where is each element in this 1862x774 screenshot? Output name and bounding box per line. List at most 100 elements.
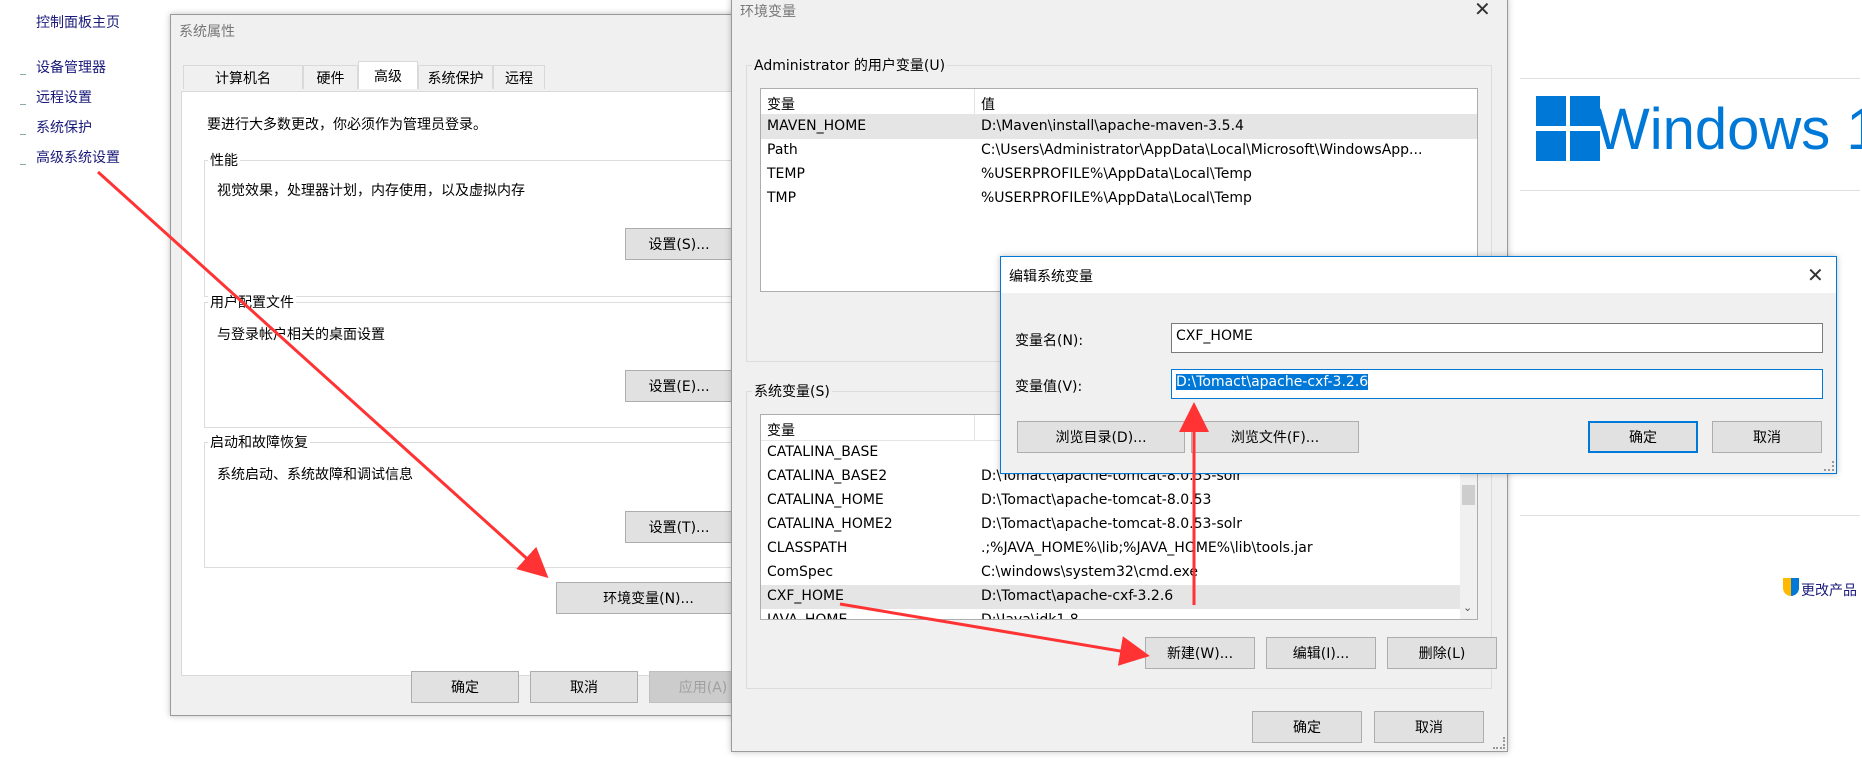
shield-icon xyxy=(20,134,26,135)
list-item[interactable]: Path C:\Users\Administrator\AppData\Loca… xyxy=(761,139,1477,163)
scrollbar-thumb[interactable] xyxy=(1462,485,1475,505)
column-header-variable[interactable]: 变量 xyxy=(767,420,795,440)
variable-name: TEMP xyxy=(767,166,805,182)
new-variable-button[interactable]: 新建(W)... xyxy=(1145,637,1255,669)
variable-name: JAVA_HOME xyxy=(767,612,848,620)
windows-logo-text: Windows 1 xyxy=(1595,97,1862,162)
cancel-button[interactable]: 取消 xyxy=(1374,711,1484,743)
close-icon[interactable]: ✕ xyxy=(1474,0,1491,19)
user-profiles-label: 用户配置文件 xyxy=(208,292,296,312)
startup-recovery-desc: 系统启动、系统故障和调试信息 xyxy=(217,467,413,483)
admin-note: 要进行大多数更改，你必须作为管理员登录。 xyxy=(207,117,487,133)
variable-name: Path xyxy=(767,142,798,158)
divider xyxy=(1520,190,1860,191)
variable-name: MAVEN_HOME xyxy=(767,118,867,134)
close-icon[interactable]: ✕ xyxy=(1807,265,1824,285)
list-item[interactable]: CATALINA_HOME D:\Tomact\apache-tomcat-8.… xyxy=(761,489,1477,513)
variable-value-input[interactable]: D:\Tomact\apache-cxf-3.2.6 xyxy=(1171,369,1823,399)
tab-strip: 计算机名 硬件 高级 系统保护 远程 xyxy=(183,61,751,93)
divider xyxy=(1520,515,1860,516)
user-profiles-settings-button[interactable]: 设置(E)... xyxy=(625,370,733,402)
window-title: 系统属性 xyxy=(179,24,235,40)
variable-name-input[interactable]: CXF_HOME xyxy=(1171,323,1823,353)
control-panel-home-link[interactable]: 控制面板主页 xyxy=(36,12,120,32)
variable-value: D:\Tomact\apache-cxf-3.2.6 xyxy=(981,588,1174,604)
variable-value: D:\Tomact\apache-tomcat-8.0.53-solr xyxy=(981,516,1242,532)
cancel-button[interactable]: 取消 xyxy=(1712,421,1822,453)
change-product-link[interactable]: 更改产品 xyxy=(1801,580,1857,600)
variable-name: TMP xyxy=(767,190,797,206)
browse-directory-button[interactable]: 浏览目录(D)... xyxy=(1017,421,1185,453)
list-item[interactable]: TEMP %USERPROFILE%\AppData\Local\Temp xyxy=(761,163,1477,187)
dialog-titlebar xyxy=(1001,257,1836,293)
remote-settings-link[interactable]: 远程设置 xyxy=(36,87,92,107)
ok-button[interactable]: 确定 xyxy=(1252,711,1362,743)
startup-settings-button[interactable]: 设置(T)... xyxy=(625,511,733,543)
list-item[interactable]: JAVA_HOME D:\Java\jdk1.8 xyxy=(761,609,1477,620)
variable-name: CATALINA_HOME2 xyxy=(767,516,893,532)
delete-variable-button[interactable]: 删除(L) xyxy=(1387,637,1497,669)
shield-icon xyxy=(20,74,26,75)
resize-grip[interactable] xyxy=(1493,737,1505,749)
variable-value: .;%JAVA_HOME%\lib;%JAVA_HOME%\lib\tools.… xyxy=(981,540,1313,556)
column-header-value[interactable]: 值 xyxy=(981,94,995,114)
tab-computer-name[interactable]: 计算机名 xyxy=(183,65,303,89)
variable-value: C:\Users\Administrator\AppData\Local\Mic… xyxy=(981,142,1423,158)
performance-desc: 视觉效果，处理器计划，内存使用，以及虚拟内存 xyxy=(217,183,525,199)
dialog-title: 编辑系统变量 xyxy=(1009,269,1093,285)
shield-icon xyxy=(20,104,26,105)
advanced-settings-link[interactable]: 高级系统设置 xyxy=(36,147,120,167)
edit-system-variable-dialog: 编辑系统变量 ✕ 变量名(N): CXF_HOME 变量值(V): D:\Tom… xyxy=(1000,256,1837,474)
shield-icon xyxy=(1783,578,1799,596)
device-manager-link[interactable]: 设备管理器 xyxy=(36,57,106,77)
variable-name: CXF_HOME xyxy=(767,588,844,604)
selected-text: D:\Tomact\apache-cxf-3.2.6 xyxy=(1176,374,1369,390)
browse-file-button[interactable]: 浏览文件(F)... xyxy=(1191,421,1359,453)
variable-value: %USERPROFILE%\AppData\Local\Temp xyxy=(981,166,1252,182)
user-variables-label: Administrator 的用户变量(U) xyxy=(752,55,948,75)
window-title: 环境变量 xyxy=(740,4,796,20)
variable-value: D:\Maven\install\apache-maven-3.5.4 xyxy=(981,118,1244,134)
list-item[interactable]: CXF_HOME D:\Tomact\apache-cxf-3.2.6 xyxy=(761,585,1477,609)
variable-value: D:\Tomact\apache-tomcat-8.0.53 xyxy=(981,492,1212,508)
divider xyxy=(1520,78,1860,79)
advanced-tab-panel: 要进行大多数更改，你必须作为管理员登录。 性能 视觉效果，处理器计划，内存使用，… xyxy=(181,91,766,676)
list-item[interactable]: MAVEN_HOME D:\Maven\install\apache-maven… xyxy=(761,115,1477,139)
variable-value: C:\windows\system32\cmd.exe xyxy=(981,564,1198,580)
list-item[interactable]: CATALINA_HOME2 D:\Tomact\apache-tomcat-8… xyxy=(761,513,1477,537)
chevron-down-icon[interactable]: ⌄ xyxy=(1463,601,1472,614)
ok-button[interactable]: 确定 xyxy=(1588,421,1698,453)
tab-hardware[interactable]: 硬件 xyxy=(303,65,358,89)
list-header: 变量 值 xyxy=(761,89,1477,115)
resize-grip[interactable] xyxy=(1824,461,1834,471)
variable-value: %USERPROFILE%\AppData\Local\Temp xyxy=(981,190,1252,206)
environment-variables-button[interactable]: 环境变量(N)... xyxy=(556,582,741,614)
tab-system-protection[interactable]: 系统保护 xyxy=(418,65,493,89)
list-item[interactable]: TMP %USERPROFILE%\AppData\Local\Temp xyxy=(761,187,1477,211)
variable-name: ComSpec xyxy=(767,564,834,580)
startup-recovery-label: 启动和故障恢复 xyxy=(208,432,310,452)
system-protection-link[interactable]: 系统保护 xyxy=(36,117,92,137)
startup-recovery-group xyxy=(204,442,766,568)
variable-name: CATALINA_HOME xyxy=(767,492,884,508)
edit-variable-button[interactable]: 编辑(I)... xyxy=(1266,637,1376,669)
tab-remote[interactable]: 远程 xyxy=(493,65,545,89)
column-header-variable[interactable]: 变量 xyxy=(767,94,795,114)
system-variables-label: 系统变量(S) xyxy=(752,381,832,401)
variable-value-label: 变量值(V): xyxy=(1015,379,1083,395)
variable-name: CATALINA_BASE2 xyxy=(767,468,888,484)
variable-name: CLASSPATH xyxy=(767,540,848,556)
variable-value: D:\Java\jdk1.8 xyxy=(981,612,1079,620)
variable-name-label: 变量名(N): xyxy=(1015,333,1084,349)
list-item[interactable]: ComSpec C:\windows\system32\cmd.exe xyxy=(761,561,1477,585)
variable-name: CATALINA_BASE xyxy=(767,444,879,460)
performance-settings-button[interactable]: 设置(S)... xyxy=(625,228,733,260)
tab-advanced[interactable]: 高级 xyxy=(358,61,418,89)
user-profiles-desc: 与登录帐户相关的桌面设置 xyxy=(217,327,385,343)
system-properties-window: 系统属性 计算机名 硬件 高级 系统保护 远程 要进行大多数更改，你必须作为管理… xyxy=(170,14,766,716)
cancel-button[interactable]: 取消 xyxy=(530,671,638,703)
shield-icon xyxy=(20,164,26,165)
list-item[interactable]: CLASSPATH .;%JAVA_HOME%\lib;%JAVA_HOME%\… xyxy=(761,537,1477,561)
ok-button[interactable]: 确定 xyxy=(411,671,519,703)
performance-label: 性能 xyxy=(208,150,240,170)
